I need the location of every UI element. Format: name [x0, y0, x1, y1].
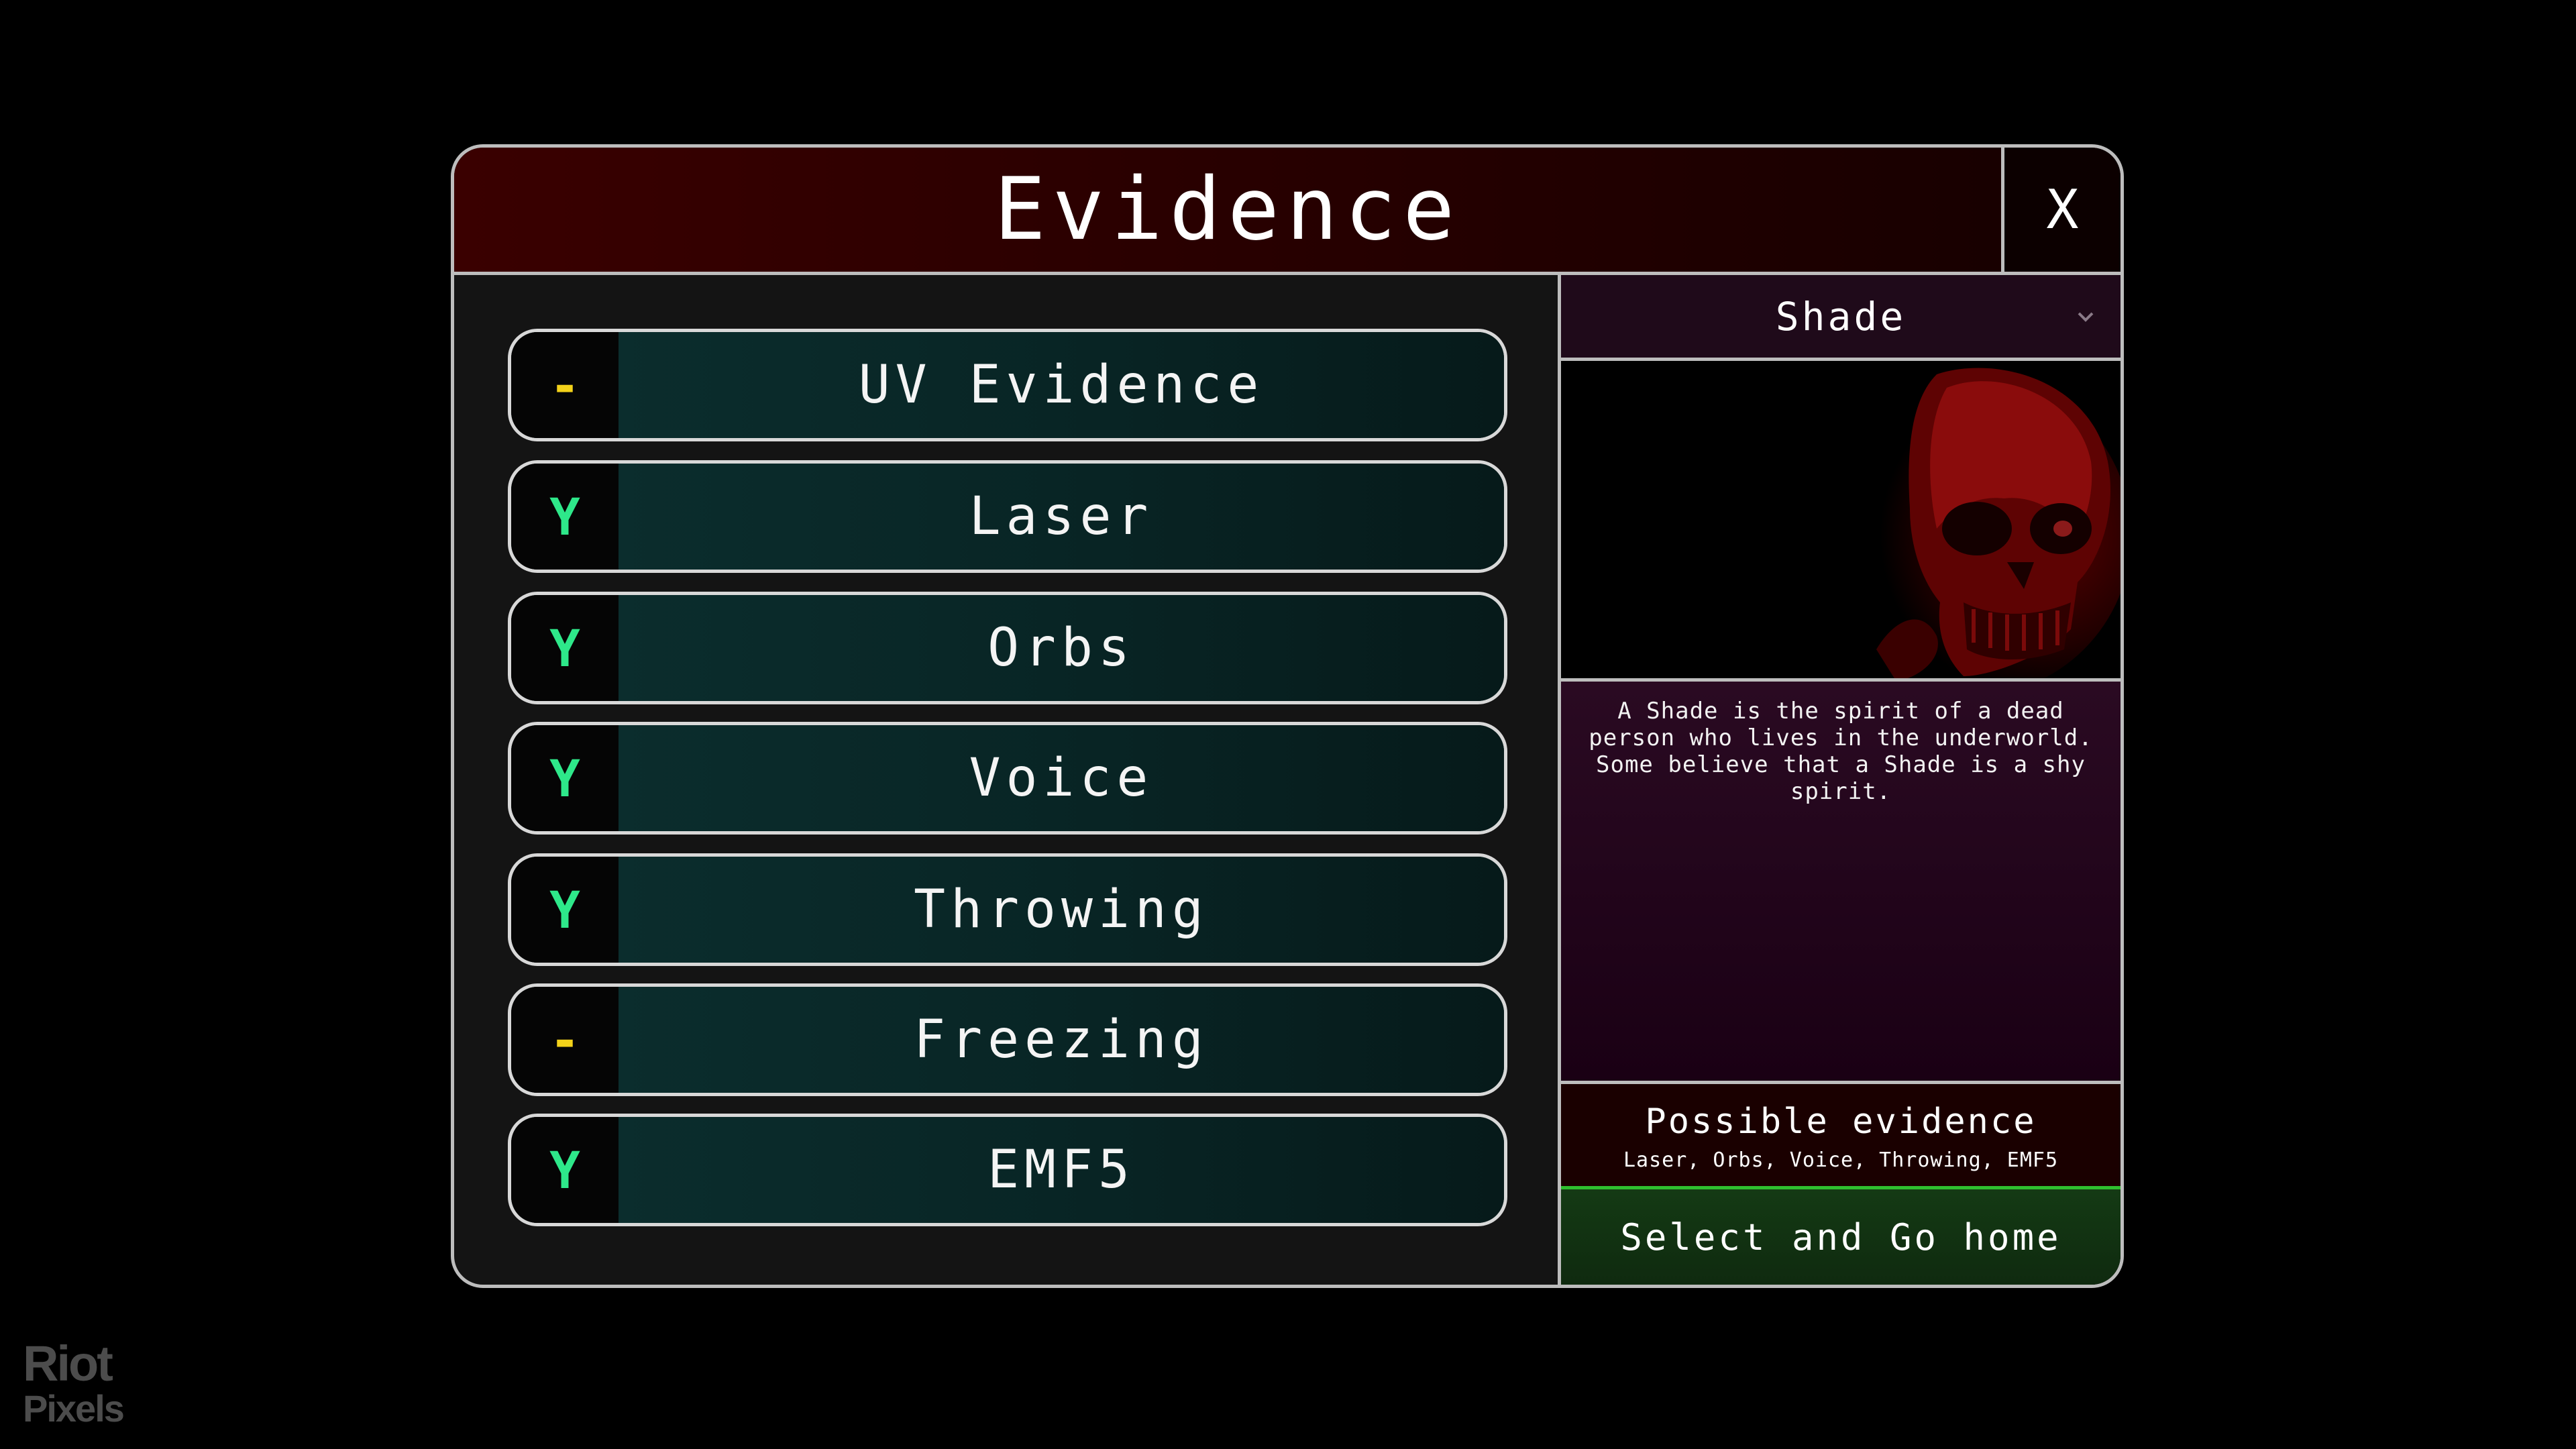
evidence-status: - — [511, 987, 619, 1093]
evidence-dialog: Evidence X - UV Evidence Y Laser Y Orbs … — [451, 144, 2124, 1288]
ghost-info-panel: Shade A Shade is the spirit of a dead pe… — [1558, 275, 2121, 1285]
evidence-label: Freezing — [619, 987, 1504, 1093]
evidence-row-emf5[interactable]: Y EMF5 — [508, 1114, 1507, 1226]
select-and-go-home-button[interactable]: Select and Go home — [1561, 1186, 2121, 1285]
evidence-row-uv[interactable]: - UV Evidence — [508, 329, 1507, 441]
watermark-line1: Riot — [23, 1336, 113, 1391]
possible-evidence-list: Laser, Orbs, Voice, Throwing, EMF5 — [1623, 1148, 2059, 1172]
ghost-type-selected: Shade — [1775, 293, 1907, 339]
evidence-label: Throwing — [619, 857, 1504, 963]
possible-evidence-title: Possible evidence — [1645, 1102, 2037, 1142]
evidence-status: Y — [511, 725, 619, 831]
chevron-down-icon — [2078, 312, 2094, 322]
evidence-status: Y — [511, 595, 619, 701]
watermark-line2: Pixels — [23, 1387, 125, 1430]
evidence-status: Y — [511, 1117, 619, 1223]
evidence-label: EMF5 — [619, 1117, 1504, 1223]
possible-evidence-section: Possible evidence Laser, Orbs, Voice, Th… — [1561, 1084, 2121, 1186]
evidence-row-laser[interactable]: Y Laser — [508, 460, 1507, 573]
evidence-label: UV Evidence — [619, 332, 1504, 438]
evidence-status: Y — [511, 464, 619, 570]
watermark-logo: Riot Pixels — [23, 1336, 125, 1430]
evidence-row-freezing[interactable]: - Freezing — [508, 983, 1507, 1096]
evidence-row-orbs[interactable]: Y Orbs — [508, 592, 1507, 704]
evidence-label: Voice — [619, 725, 1504, 831]
evidence-row-throwing[interactable]: Y Throwing — [508, 853, 1507, 966]
ghost-type-dropdown[interactable]: Shade — [1561, 275, 2121, 361]
evidence-label: Orbs — [619, 595, 1504, 701]
close-button[interactable]: X — [2001, 148, 2121, 275]
dialog-title: Evidence — [994, 160, 1462, 260]
dialog-titlebar: Evidence — [454, 148, 2001, 275]
evidence-status: - — [511, 332, 619, 438]
evidence-row-voice[interactable]: Y Voice — [508, 722, 1507, 835]
ghost-description: A Shade is the spirit of a dead person w… — [1561, 682, 2121, 1084]
evidence-label: Laser — [619, 464, 1504, 570]
evidence-list: - UV Evidence Y Laser Y Orbs Y Voice Y T… — [454, 275, 1558, 1285]
ghost-portrait — [1561, 361, 2121, 682]
red-skull-icon — [1561, 361, 2121, 678]
evidence-status: Y — [511, 857, 619, 963]
